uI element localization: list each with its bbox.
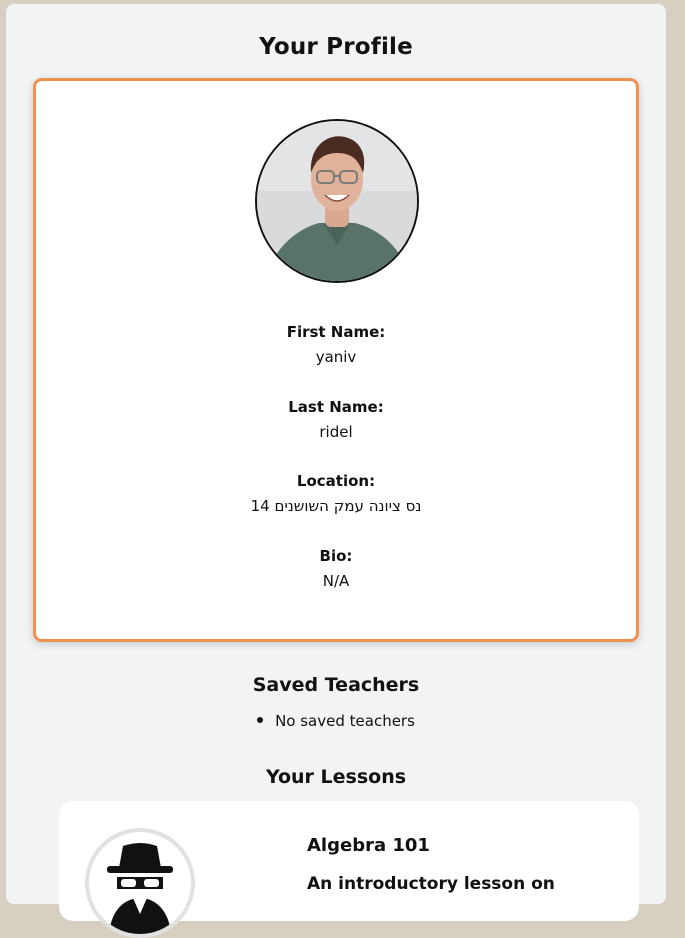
bullet-icon (257, 716, 264, 723)
saved-teachers-title: Saved Teachers (252, 674, 420, 696)
lesson-card[interactable]: Algebra 101 An introductory lesson on (59, 801, 639, 938)
first-name-label: First Name: (286, 323, 386, 341)
first-name-value: yaniv (315, 348, 357, 366)
avatar (255, 119, 419, 283)
page-title: Your Profile (259, 34, 413, 60)
last-name-value: ridel (319, 423, 353, 441)
bio-value: N/A (322, 572, 350, 590)
profile-page: Your Profile First Name: yaniv Last Name… (6, 4, 666, 938)
list-item: No saved teachers (6, 712, 666, 730)
first-name-field: First Name: yaniv (36, 323, 636, 366)
location-label: Location: (296, 472, 376, 490)
location-value: נס ציונה עמק השושנים 14 (250, 497, 422, 515)
lesson-title[interactable]: Algebra 101 (307, 835, 430, 856)
saved-teachers-list: No saved teachers (6, 712, 666, 730)
profile-card: First Name: yaniv Last Name: ridel Locat… (33, 78, 639, 642)
lesson-image (85, 828, 195, 938)
spy-icon (107, 843, 173, 934)
your-lessons-title: Your Lessons (265, 766, 407, 788)
bio-label: Bio: (319, 547, 353, 565)
user-photo-icon (257, 121, 417, 281)
last-name-field: Last Name: ridel (36, 398, 636, 441)
saved-teachers-empty-text: No saved teachers (275, 712, 415, 730)
lesson-description: An introductory lesson on (307, 874, 555, 894)
location-field: Location: נס ציונה עמק השושנים 14 (36, 472, 636, 515)
last-name-label: Last Name: (288, 398, 384, 416)
bio-field: Bio: N/A (36, 547, 636, 590)
